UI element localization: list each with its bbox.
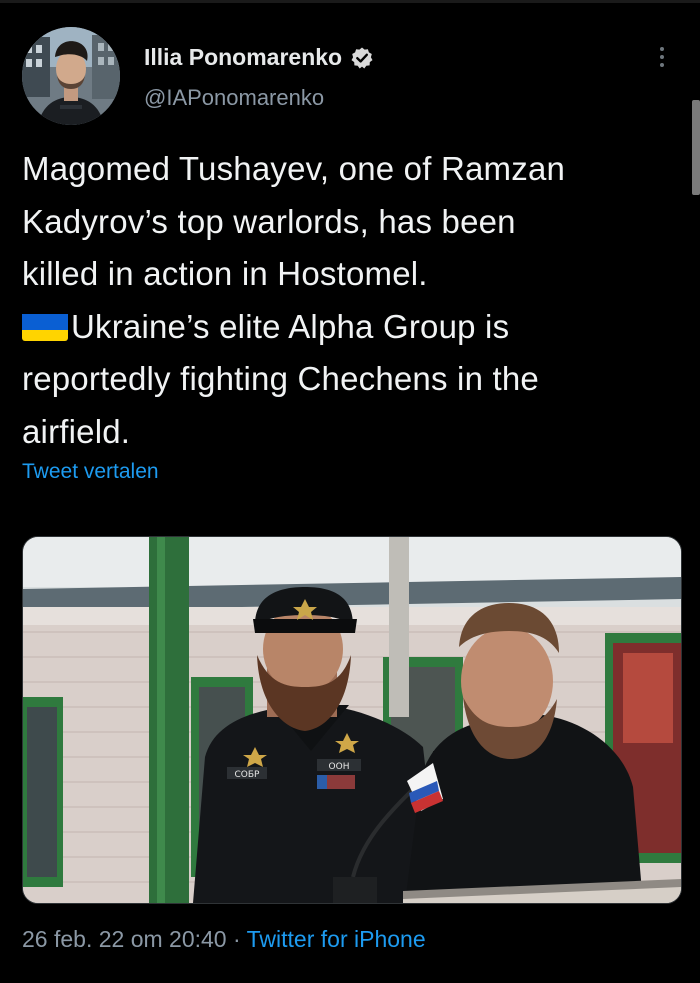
chest-badge-left: СОБР — [235, 770, 261, 780]
display-name-text: Illia Ponomarenko — [144, 44, 343, 70]
scrollbar-thumb[interactable] — [692, 100, 700, 195]
chest-badge-right: ООН — [329, 762, 350, 772]
tweet-source-link[interactable]: Twitter for iPhone — [247, 926, 426, 952]
tweet-photo[interactable]: СОБР ООН — [22, 536, 682, 904]
tweet-text-line: killed in action in Hostomel. — [22, 255, 428, 292]
tweet-meta: 26 feb. 22 om 20:40 · Twitter for iPhone — [22, 926, 426, 953]
tweet-text: Magomed Tushayev, one of Ramzan Kadyrov’… — [22, 143, 682, 458]
tweet-text-line: reportedly fighting Chechens in the — [22, 360, 539, 397]
meta-separator: · — [226, 926, 247, 952]
verified-badge-icon — [351, 47, 373, 68]
author-avatar[interactable] — [22, 27, 120, 125]
tweet-text-line: Magomed Tushayev, one of Ramzan — [22, 150, 566, 187]
tweet-text-line-with-flag: Ukraine’s elite Alpha Group is — [22, 301, 682, 354]
photo-image: СОБР ООН — [23, 537, 681, 903]
tweet-text-line: airfield. — [22, 412, 131, 450]
top-divider — [0, 0, 700, 3]
ukraine-flag-icon — [22, 309, 68, 341]
tweet-text-line: Kadyrov’s top warlords, has been — [22, 202, 516, 240]
author-handle[interactable]: @IAPonomarenko — [144, 85, 324, 111]
avatar-photo — [22, 27, 120, 125]
translate-tweet-link[interactable]: Tweet vertalen — [22, 460, 159, 484]
more-options-icon[interactable] — [652, 42, 672, 72]
tweet-text-line: Ukraine’s elite Alpha Group is — [71, 307, 510, 345]
tweet-timestamp[interactable]: 26 feb. 22 om 20:40 — [22, 926, 227, 952]
author-name[interactable]: Illia Ponomarenko — [144, 44, 374, 71]
